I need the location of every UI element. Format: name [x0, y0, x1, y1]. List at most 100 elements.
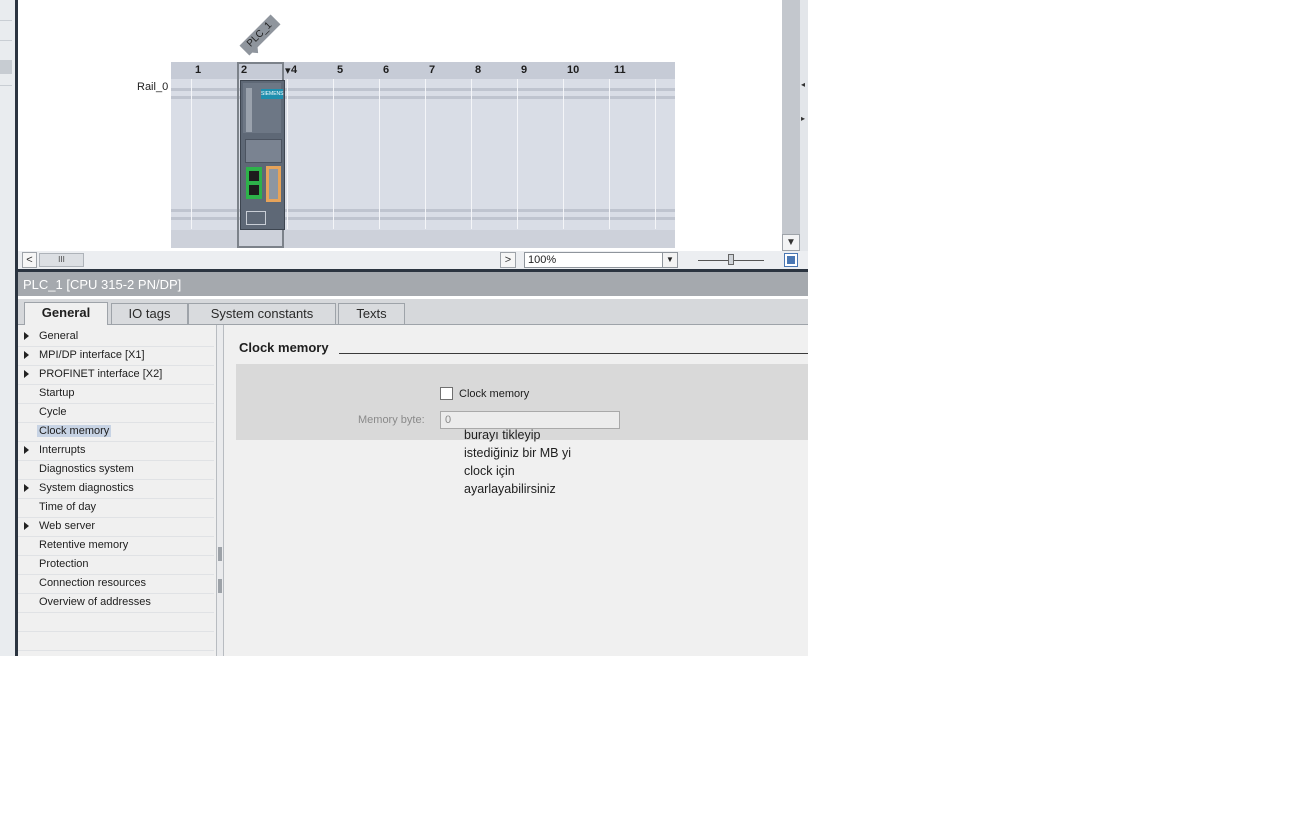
nav-item-label: Web server: [39, 520, 96, 532]
expand-arrow-icon[interactable]: [24, 446, 29, 454]
nav-item-protection[interactable]: Protection: [18, 556, 214, 575]
slot-divider: [379, 79, 380, 229]
properties-nav-tree: General MPI/DP interface [X1] PROFINET i…: [18, 325, 216, 656]
tab-texts[interactable]: Texts: [338, 303, 405, 324]
nav-item-label: Cycle: [39, 406, 67, 418]
nav-item-label: Startup: [39, 387, 75, 399]
properties-tabbar: General IO tags System constants Texts: [18, 299, 808, 325]
nav-item-interrupts[interactable]: Interrupts: [18, 442, 214, 461]
nav-splitter[interactable]: [216, 325, 224, 656]
slot-divider: [191, 79, 192, 229]
rack[interactable]: 1 2 ▾ 4 5 6 7 8 9 10 11 SIEMENS: [171, 62, 675, 248]
slot-number: 1: [195, 64, 202, 76]
slot-number: ▾: [285, 65, 291, 77]
tab-io-tags[interactable]: IO tags: [111, 303, 188, 324]
nav-item-general[interactable]: General: [18, 328, 214, 347]
nav-item-empty: [18, 632, 214, 651]
cpu-module[interactable]: SIEMENS: [240, 80, 285, 230]
nav-item-diagnostics-system[interactable]: Diagnostics system: [18, 461, 214, 480]
expand-arrow-icon[interactable]: ▸: [801, 114, 805, 123]
memory-byte-label: Memory byte:: [358, 414, 425, 426]
nav-item-empty: [18, 613, 214, 632]
collapse-arrow-icon[interactable]: [218, 547, 222, 561]
nav-item-system-diagnostics[interactable]: System diagnostics: [18, 480, 214, 499]
zoom-value: 100%: [528, 254, 557, 266]
slot-divider: [333, 79, 334, 229]
nav-item-profinet-interface[interactable]: PROFINET interface [X2]: [18, 366, 214, 385]
scroll-down-icon[interactable]: ▼: [782, 234, 800, 251]
nav-item-retentive-memory[interactable]: Retentive memory: [18, 537, 214, 556]
zoom-select[interactable]: 100% ▼: [524, 252, 678, 268]
annotation-line: istediğiniz bir MB yi: [464, 446, 571, 460]
fit-to-view-icon[interactable]: [784, 253, 798, 267]
nav-item-label: Overview of addresses: [39, 596, 151, 608]
slot-number: 7: [429, 64, 436, 76]
nav-item-label: Retentive memory: [39, 539, 129, 551]
slot-divider: [287, 79, 288, 229]
slot-divider: [655, 79, 656, 229]
tab-general[interactable]: General: [24, 302, 108, 325]
nav-item-label: Clock memory: [37, 425, 112, 437]
nav-item-label: Connection resources: [39, 577, 147, 589]
device-view-toolbar: < III > 100% ▼: [18, 251, 808, 270]
slot-number: 11: [614, 64, 626, 76]
nav-item-label: MPI/DP interface [X1]: [39, 349, 145, 361]
properties-title-bar: PLC_1 [CPU 315-2 PN/DP]: [18, 272, 808, 296]
chevron-down-icon[interactable]: ▼: [662, 253, 677, 267]
slot-divider: [563, 79, 564, 229]
expand-arrow-icon[interactable]: [24, 351, 29, 359]
expand-arrow-icon[interactable]: [218, 579, 222, 593]
collapsed-side-panel[interactable]: ◂ ▸: [800, 0, 808, 270]
device-view-canvas[interactable]: PLC_1 Rail_0 1 2 ▾ 4 5 6 7 8 9 10 11 SIE…: [18, 0, 782, 251]
slot-divider: [425, 79, 426, 229]
clock-memory-checkbox[interactable]: [440, 387, 453, 400]
nav-item-overview-of-addresses[interactable]: Overview of addresses: [18, 594, 214, 613]
collapse-arrow-icon[interactable]: ◂: [801, 80, 805, 89]
slot-number: 4: [291, 64, 298, 76]
nav-item-label: Interrupts: [39, 444, 86, 456]
nav-item-connection-resources[interactable]: Connection resources: [18, 575, 214, 594]
slot-divider: [517, 79, 518, 229]
expand-arrow-icon[interactable]: [24, 370, 29, 378]
annotation-line: burayı tikleyip: [464, 428, 541, 442]
expand-arrow-icon[interactable]: [24, 484, 29, 492]
nav-item-mpi-dp-interface[interactable]: MPI/DP interface [X1]: [18, 347, 214, 366]
tab-system-constants[interactable]: System constants: [188, 303, 336, 324]
nav-item-label: PROFINET interface [X2]: [39, 368, 163, 380]
annotation-note: burayı tikleyip istediğiniz bir MB yi cl…: [464, 426, 624, 498]
scroll-right-icon[interactable]: >: [500, 252, 516, 268]
clock-memory-checkbox-label[interactable]: Clock memory: [459, 388, 529, 400]
vertical-scrollbar-thumb[interactable]: [782, 0, 800, 234]
expand-arrow-icon[interactable]: [24, 522, 29, 530]
nav-item-label: Protection: [39, 558, 89, 570]
nav-item-label: System diagnostics: [39, 482, 134, 494]
memory-card-slot-icon: [245, 139, 282, 163]
mpi-dp-port-icon[interactable]: [266, 166, 281, 202]
vertical-scrollbar[interactable]: [782, 0, 800, 251]
annotation-line: ayarlayabilirsiniz: [464, 482, 556, 496]
nav-item-label: General: [39, 330, 79, 342]
slot-divider: [471, 79, 472, 229]
nav-item-label: Time of day: [39, 501, 97, 513]
profinet-port-icon[interactable]: [246, 167, 262, 199]
brand-label: SIEMENS: [261, 89, 284, 99]
slot-number: 10: [567, 64, 580, 76]
expand-arrow-icon[interactable]: [24, 332, 29, 340]
slot-divider: [609, 79, 610, 229]
zoom-slider-thumb[interactable]: [728, 254, 734, 265]
rail-label: Rail_0: [137, 81, 169, 93]
nav-item-cycle[interactable]: Cycle: [18, 404, 214, 423]
scroll-left-icon[interactable]: <: [22, 252, 37, 268]
slot-number: 5: [337, 64, 344, 76]
properties-title: PLC_1 [CPU 315-2 PN/DP]: [23, 277, 182, 292]
nav-item-time-of-day[interactable]: Time of day: [18, 499, 214, 518]
slot-number: 6: [383, 64, 390, 76]
nav-item-web-server[interactable]: Web server: [18, 518, 214, 537]
nav-item-label: Diagnostics system: [39, 463, 134, 475]
horizontal-scrollbar-thumb[interactable]: III: [39, 253, 84, 267]
cpu-front-panel: SIEMENS: [243, 83, 284, 133]
slot-number: 8: [475, 64, 482, 76]
nav-item-startup[interactable]: Startup: [18, 385, 214, 404]
slot-number: 9: [521, 64, 528, 76]
nav-item-clock-memory[interactable]: Clock memory: [18, 423, 214, 442]
